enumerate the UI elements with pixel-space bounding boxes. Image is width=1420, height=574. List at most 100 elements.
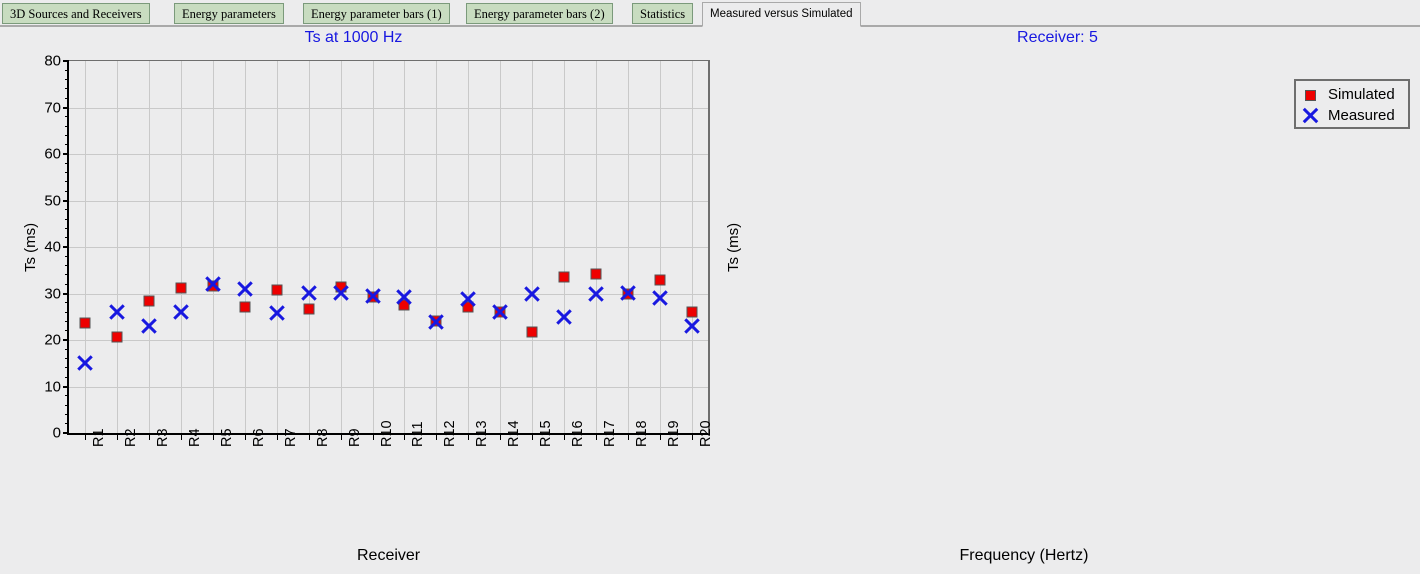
x-axis-tick-label: R11 xyxy=(410,421,427,447)
x-axis-tick xyxy=(276,433,278,440)
data-point-measured xyxy=(491,302,510,321)
gridline-vertical xyxy=(436,61,438,433)
x-axis-tick xyxy=(148,433,150,440)
data-point-simulated xyxy=(143,295,155,307)
y-axis-minor-tick xyxy=(65,125,69,127)
gridline-vertical xyxy=(532,61,534,433)
x-axis-tick xyxy=(404,433,406,440)
x-axis-tick-label: R20 xyxy=(698,420,715,447)
gridline-vertical xyxy=(84,61,86,433)
data-point-simulated xyxy=(79,317,91,329)
y-axis-tick xyxy=(63,60,69,62)
y-axis-minor-tick xyxy=(65,255,69,257)
x-axis-title-left: Receiver xyxy=(357,547,421,564)
data-point-measured xyxy=(683,316,702,335)
data-point-measured xyxy=(459,290,478,309)
x-axis-tick-label: R8 xyxy=(314,428,331,447)
y-axis-minor-tick xyxy=(65,274,69,276)
gridline-vertical xyxy=(180,61,182,433)
data-point-measured xyxy=(395,288,414,307)
y-axis-title-right: Ts (ms) xyxy=(725,222,742,272)
y-axis-minor-tick xyxy=(65,330,69,332)
y-axis-minor-tick xyxy=(65,283,69,285)
data-point-simulated xyxy=(175,282,187,294)
x-axis-tick xyxy=(308,433,310,440)
x-axis-tick xyxy=(532,433,534,440)
tab-measured-versus-simulated[interactable]: Measured versus Simulated xyxy=(702,2,861,27)
y-axis-minor-tick xyxy=(65,311,69,313)
tab-energy-parameters[interactable]: Energy parameters xyxy=(174,3,284,24)
y-axis-tick-label: 0 xyxy=(52,424,61,442)
y-axis-minor-tick xyxy=(65,88,69,90)
y-axis-tick-label: 40 xyxy=(44,238,61,256)
y-axis-minor-tick xyxy=(65,69,69,71)
square-marker-icon xyxy=(1305,90,1316,101)
gridline-vertical xyxy=(244,61,246,433)
data-point-simulated xyxy=(303,303,315,315)
data-point-simulated xyxy=(590,268,602,279)
gridline-vertical xyxy=(500,61,502,433)
gridline-horizontal xyxy=(69,386,708,388)
data-point-measured xyxy=(427,312,446,331)
y-axis-minor-tick xyxy=(65,358,69,360)
x-axis-tick-label: R13 xyxy=(474,420,491,447)
data-point-measured xyxy=(139,316,158,335)
chart-title-right: Receiver: 5 xyxy=(1017,29,1098,46)
tab-statistics[interactable]: Statistics xyxy=(632,3,694,24)
y-axis-tick xyxy=(63,339,69,341)
x-axis-tick xyxy=(564,433,566,440)
legend-label-measured: Measured xyxy=(1328,107,1395,124)
chart-title-left: Ts at 1000 Hz xyxy=(304,29,403,46)
y-axis-minor-tick xyxy=(65,144,69,146)
y-axis-minor-tick xyxy=(65,320,69,322)
data-point-measured xyxy=(171,302,190,321)
data-point-measured xyxy=(235,279,254,298)
data-point-measured xyxy=(555,308,574,327)
x-axis-tick xyxy=(660,433,662,440)
y-axis-tick xyxy=(63,153,69,155)
y-axis-minor-tick xyxy=(65,209,69,211)
y-axis-tick-label: 20 xyxy=(44,331,61,349)
tab-energy-parameter-bars-2[interactable]: Energy parameter bars (2) xyxy=(466,3,613,24)
x-axis-tick-label: R18 xyxy=(634,420,651,447)
y-axis-tick-label: 30 xyxy=(44,285,61,302)
y-axis-tick xyxy=(63,385,69,388)
x-axis-tick xyxy=(180,433,182,440)
legend-label-simulated: Simulated xyxy=(1328,86,1395,103)
y-axis-minor-tick xyxy=(65,376,69,378)
gridline-horizontal xyxy=(69,293,708,295)
gridline-vertical xyxy=(372,61,374,433)
x-axis-tick-label: R3 xyxy=(154,428,171,447)
gridline-horizontal xyxy=(69,107,708,109)
cross-marker-icon xyxy=(1301,106,1320,125)
y-axis-tick xyxy=(63,246,69,248)
y-axis-minor-tick xyxy=(65,302,69,304)
x-axis-tick xyxy=(372,433,374,440)
y-axis-minor-tick xyxy=(65,218,69,220)
plot-area-left[interactable]: 0 10 20 30 40 50 60 70 80 R1 R2 R3 R4 R5 R6 R7 R8 R9 R10 R1… xyxy=(44,53,714,448)
gridline-vertical xyxy=(628,61,630,433)
x-axis-tick-label: R12 xyxy=(442,420,459,447)
gridline-vertical xyxy=(660,61,662,433)
chart-panel-left: Ts at 1000 Hz Ts (ms) 0 10 20 30 40 50 60 70 80 R… xyxy=(0,27,715,574)
data-point-measured xyxy=(587,284,606,303)
x-axis-title-right: Frequency (Hertz) xyxy=(959,547,1089,564)
y-axis-minor-tick xyxy=(65,227,69,229)
data-point-measured xyxy=(363,287,382,306)
data-point-simulated xyxy=(111,331,123,343)
legend-box: Simulated Measured xyxy=(1294,79,1410,129)
y-axis-minor-tick xyxy=(65,190,69,192)
x-axis-tick-label: R6 xyxy=(250,428,267,447)
tab-energy-parameter-bars-1[interactable]: Energy parameter bars (1) xyxy=(303,3,450,24)
y-axis-minor-tick xyxy=(65,97,69,99)
x-axis-tick xyxy=(500,433,502,440)
y-axis-minor-tick xyxy=(65,134,69,136)
y-axis-tick-label: 70 xyxy=(44,99,61,116)
x-axis-tick xyxy=(340,433,342,440)
gridline-vertical xyxy=(276,61,278,433)
y-axis-minor-tick xyxy=(65,116,69,118)
y-axis-tick xyxy=(63,292,69,295)
tab-3d-sources-and-receivers[interactable]: 3D Sources and Receivers xyxy=(2,3,150,24)
x-axis-tick-label: R19 xyxy=(666,420,683,447)
x-axis-tick-label: R5 xyxy=(218,428,235,447)
